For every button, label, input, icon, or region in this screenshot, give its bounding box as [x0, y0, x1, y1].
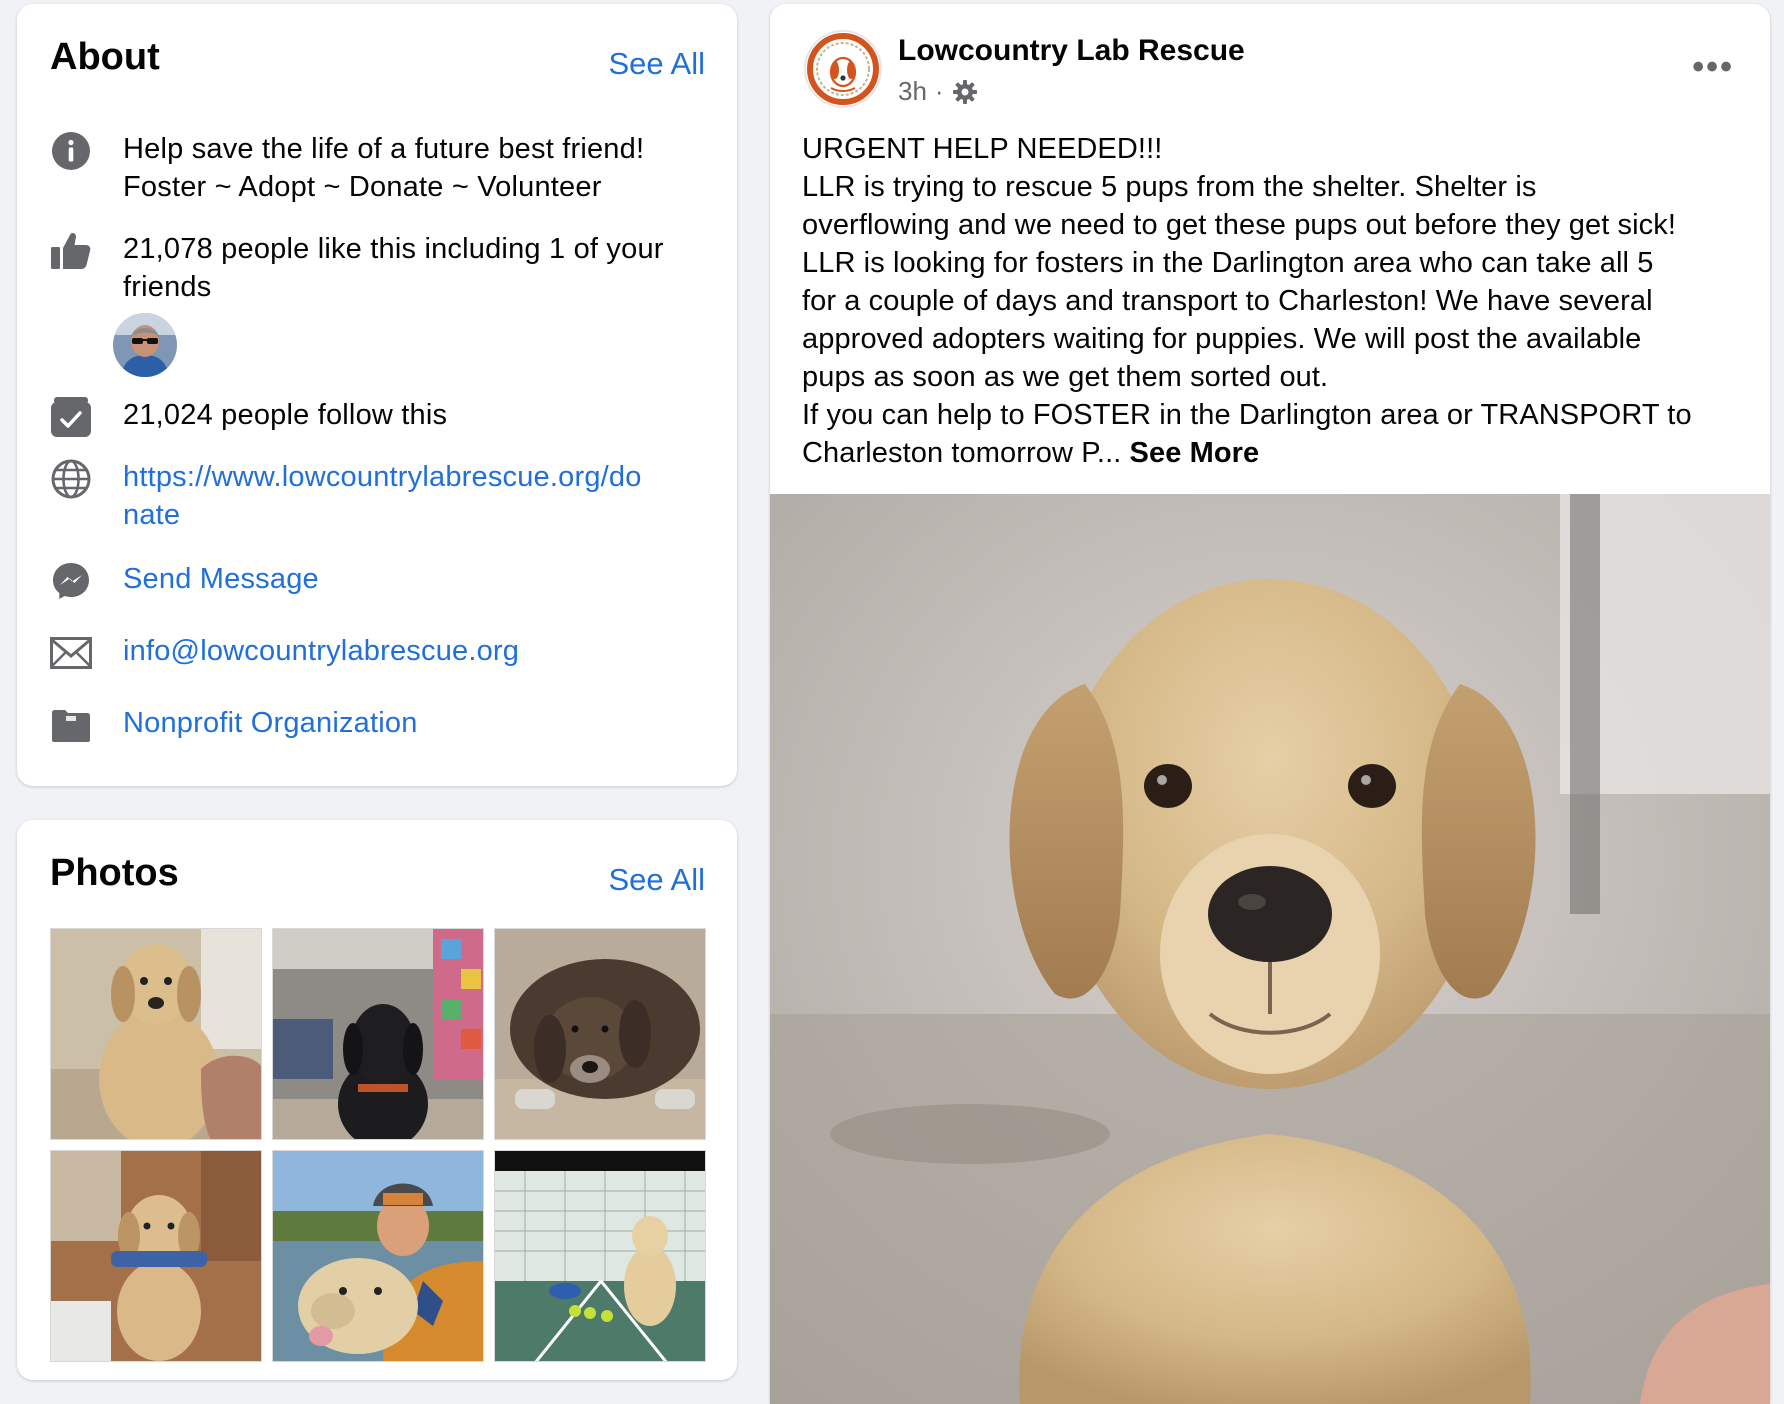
meta-separator: ·: [934, 76, 944, 106]
send-message-link[interactable]: Send Message: [123, 560, 319, 598]
photos-see-all-link[interactable]: See All: [608, 862, 705, 898]
page-name-link[interactable]: Lowcountry Lab Rescue: [898, 34, 1245, 68]
follow-check-icon: [50, 396, 92, 438]
about-website-row[interactable]: https://www.lowcountrylabrescue.org/do n…: [50, 458, 707, 534]
about-message-row[interactable]: Send Message: [50, 560, 707, 602]
post-meta: 3h ·: [898, 76, 978, 107]
post-text-line: LLR is looking for fosters in the Darlin…: [802, 247, 1654, 279]
gear-icon[interactable]: [952, 79, 978, 105]
post-text-line: pups as soon as we get them sorted out.: [802, 361, 1329, 393]
globe-icon: [50, 458, 92, 500]
photos-card: Photos See All: [17, 820, 737, 1380]
post-text-line: approved adopters waiting for puppies. W…: [802, 323, 1642, 355]
photo-thumbnail[interactable]: [50, 1150, 262, 1362]
photo-thumbnail[interactable]: [272, 1150, 484, 1362]
see-more-button[interactable]: See More: [1130, 437, 1260, 469]
about-email-row[interactable]: info@lowcountrylabrescue.org: [50, 632, 707, 674]
about-card: About See All Help save the life of a fu…: [17, 4, 737, 786]
website-link[interactable]: https://www.lowcountrylabrescue.org/do n…: [123, 458, 642, 534]
post-options-button[interactable]: •••: [1692, 48, 1734, 87]
about-see-all-link[interactable]: See All: [608, 46, 705, 82]
photos-title: Photos: [50, 852, 179, 894]
post-text-line: LLR is trying to rescue 5 pups from the …: [802, 171, 1537, 203]
post-text-line: overflowing and we need to get these pup…: [802, 209, 1677, 241]
briefcase-icon: [50, 704, 92, 746]
about-description-row: Help save the life of a future best frie…: [50, 130, 707, 206]
photo-grid: [50, 928, 706, 1362]
photo-thumbnail[interactable]: [50, 928, 262, 1140]
post-text-line: URGENT HELP NEEDED!!!: [802, 133, 1163, 165]
post-card: Lowcountry Lab Rescue 3h · ••• URGENT HE…: [770, 4, 1770, 1404]
messenger-icon: [50, 560, 92, 602]
post-text-line: If you can help to FOSTER in the Darling…: [802, 399, 1692, 431]
photo-thumbnail[interactable]: [494, 928, 706, 1140]
post-text-line: for a couple of days and transport to Ch…: [802, 285, 1653, 317]
info-icon: [50, 130, 92, 172]
photo-thumbnail[interactable]: [272, 928, 484, 1140]
email-link[interactable]: info@lowcountrylabrescue.org: [123, 632, 519, 670]
about-follows-row: 21,024 people follow this: [50, 396, 707, 438]
envelope-icon: [50, 632, 92, 674]
about-title: About: [50, 36, 160, 78]
thumbs-up-icon: [50, 230, 92, 272]
post-text: URGENT HELP NEEDED!!! LLR is trying to r…: [802, 130, 1752, 472]
category-link[interactable]: Nonprofit Organization: [123, 704, 418, 742]
about-likes: 21,078 people like this including 1 of y…: [123, 233, 664, 303]
about-likes-row: 21,078 people like this including 1 of y…: [50, 230, 707, 306]
photo-thumbnail[interactable]: [494, 1150, 706, 1362]
page-avatar[interactable]: [804, 30, 882, 108]
about-follows: 21,024 people follow this: [123, 399, 448, 431]
friend-avatar[interactable]: [113, 313, 177, 377]
post-photo[interactable]: [770, 494, 1770, 1404]
about-category-row[interactable]: Nonprofit Organization: [50, 704, 707, 746]
post-text-line: Charleston tomorrow P... See More: [802, 437, 1260, 469]
about-description: Help save the life of a future best frie…: [123, 133, 645, 203]
post-time-link[interactable]: 3h: [898, 76, 927, 107]
